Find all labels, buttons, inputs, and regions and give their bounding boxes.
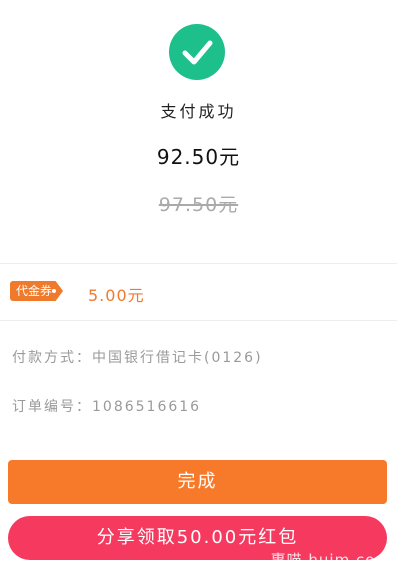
payment-method-row: 付款方式：中国银行借记卡(0126) [12, 350, 263, 366]
amount-original-strikethrough: 97.50元 [158, 194, 239, 216]
coupon-amount: 5.00元 [88, 286, 145, 305]
amount-paid: 92.50元 [156, 145, 241, 169]
done-button[interactable]: 完成 [8, 460, 387, 504]
success-check-icon [169, 24, 225, 80]
watermark-logo: 惠喵 huim.com [270, 551, 391, 569]
divider [0, 320, 397, 321]
divider [0, 263, 397, 264]
payment-status-text: 支付成功 [160, 102, 237, 121]
order-number-row: 订单编号：1086516616 [12, 399, 202, 415]
coupon-tag: 代金券 [10, 281, 64, 301]
